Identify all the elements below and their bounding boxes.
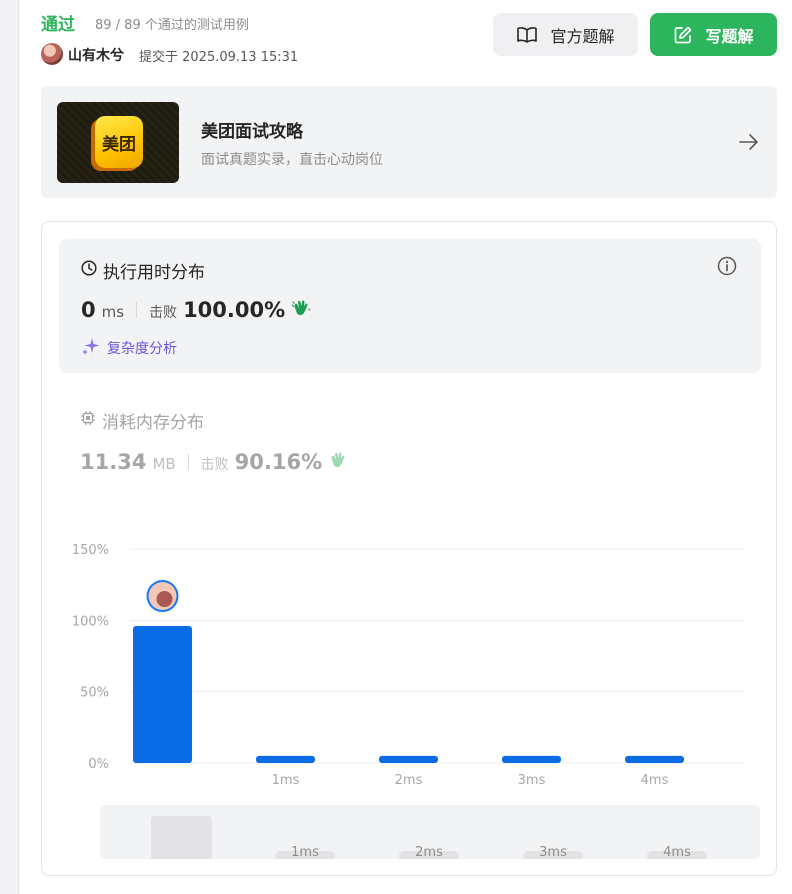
tests-passed: 89 / 89 个通过的测试用例 <box>95 18 249 33</box>
write-solution-label: 写题解 <box>705 26 754 46</box>
bar[interactable] <box>256 755 315 763</box>
performance-card: 执行用时分布 0 ms 击败 100.00% 复杂度分析 消耗内存分布 11.3… <box>41 221 777 876</box>
bar[interactable] <box>379 755 438 763</box>
x-tick-label: 3ms <box>518 773 546 788</box>
memory-stats: 11.34 MB 击败 90.16% <box>80 450 348 474</box>
book-icon <box>516 26 538 44</box>
panel-divider[interactable] <box>18 0 19 894</box>
y-tick-label: 150% <box>72 543 109 558</box>
complexity-analysis-link[interactable]: 复杂度分析 <box>81 336 177 360</box>
y-tick-label: 50% <box>80 686 109 701</box>
info-icon[interactable] <box>717 256 737 280</box>
bar[interactable] <box>625 755 684 763</box>
memory-heading[interactable]: 消耗内存分布 <box>80 408 204 433</box>
memory-beats-label: 击败 <box>200 457 229 473</box>
chart-range-slider[interactable]: 1ms 2ms 3ms 4ms <box>100 805 760 859</box>
official-solution-label: 官方题解 <box>550 26 615 46</box>
range-slider-handle[interactable] <box>151 816 212 859</box>
divider <box>187 454 189 470</box>
runtime-beats-label: 击败 <box>149 305 178 321</box>
submitted-time: 提交于 2025.09.13 15:31 <box>139 50 299 65</box>
y-tick-label: 0% <box>88 757 109 772</box>
x-tick-label: 1ms <box>272 773 300 788</box>
x-tick-label: 2ms <box>395 773 423 788</box>
runtime-heading: 执行用时分布 <box>81 258 205 283</box>
promo-title: 美团面试攻略 <box>201 122 303 142</box>
clock-icon <box>81 260 97 281</box>
runtime-distribution-chart[interactable]: 0% 50% 100% 150% 1ms 2ms 3ms 4ms <box>42 522 776 797</box>
runtime-panel[interactable]: 执行用时分布 0 ms 击败 100.00% 复杂度分析 <box>59 239 761 373</box>
memory-beats-value: 90.16% <box>234 450 323 474</box>
divider <box>136 302 138 318</box>
range-slider-label: 1ms <box>291 845 319 859</box>
sparkle-icon <box>81 336 101 360</box>
runtime-value: 0 <box>81 298 96 322</box>
memory-value: 11.34 <box>80 450 147 474</box>
range-slider-label: 4ms <box>663 845 691 859</box>
runtime-beats-value: 100.00% <box>183 298 286 322</box>
promo-subtitle: 面试真题实录，直击心动岗位 <box>201 152 383 168</box>
x-tick-label: 4ms <box>641 773 669 788</box>
range-slider-label: 3ms <box>539 845 567 859</box>
memory-unit: MB <box>152 455 176 473</box>
arrow-right-icon[interactable] <box>738 132 760 156</box>
left-panel-edge <box>0 0 20 894</box>
write-solution-button[interactable]: 写题解 <box>650 13 777 56</box>
y-tick-label: 100% <box>72 614 109 629</box>
author-avatar[interactable] <box>41 43 63 65</box>
clapping-hands-icon <box>291 299 311 321</box>
user-avatar-detail <box>156 591 173 608</box>
runtime-unit: ms <box>101 303 125 321</box>
official-solution-button[interactable]: 官方题解 <box>493 13 638 56</box>
clapping-hands-icon <box>328 451 348 473</box>
author-name[interactable]: 山有木兮 <box>68 45 124 65</box>
promo-banner[interactable]: 美团 美团面试攻略 面试真题实录，直击心动岗位 <box>41 86 777 198</box>
range-slider-label: 2ms <box>415 845 443 859</box>
edit-icon <box>673 25 693 45</box>
promo-image: 美团 <box>57 102 179 183</box>
bar[interactable] <box>502 755 561 763</box>
meituan-logo: 美团 <box>95 116 143 168</box>
chip-icon <box>80 410 96 431</box>
runtime-title: 执行用时分布 <box>103 263 205 283</box>
submission-status: 通过 <box>41 15 75 35</box>
memory-title: 消耗内存分布 <box>102 413 204 433</box>
bar[interactable] <box>133 626 192 763</box>
runtime-stats: 0 ms 击败 100.00% <box>81 298 311 322</box>
complexity-label: 复杂度分析 <box>107 341 177 357</box>
